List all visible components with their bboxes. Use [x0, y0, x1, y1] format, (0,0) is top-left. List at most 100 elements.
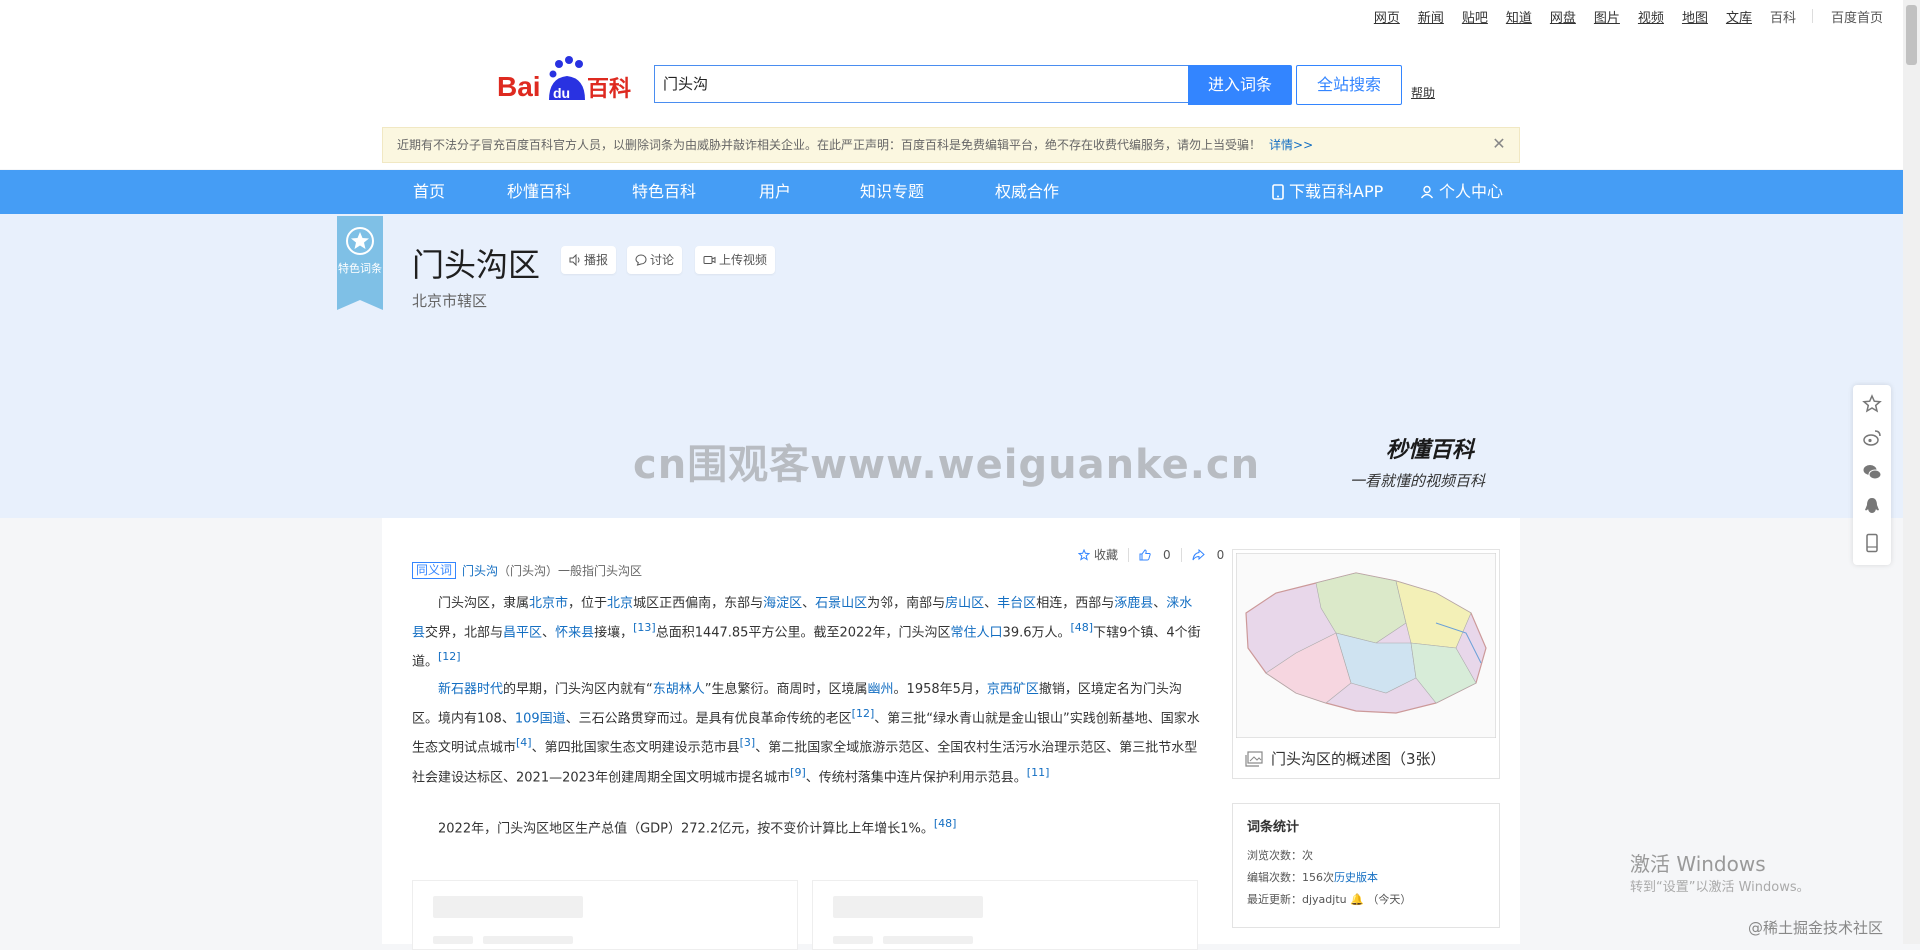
text: 总面积1447.85平方公里。截至2022年，门头沟区 [655, 625, 951, 641]
link-fangshan[interactable]: 房山区 [945, 596, 984, 611]
loading-placeholder [833, 896, 983, 918]
weibo-icon[interactable] [1862, 428, 1882, 448]
upload-video-label: 上传视频 [719, 253, 768, 267]
reference-marker[interactable]: [4] [516, 736, 532, 749]
link-youzhou[interactable]: 幽州 [868, 682, 894, 697]
collect-button[interactable]: 收藏 [1078, 546, 1118, 563]
link-fengtai[interactable]: 丰台区 [997, 596, 1036, 611]
star-icon [1078, 548, 1090, 561]
scrollbar-thumb[interactable] [1906, 5, 1917, 65]
upload-video-button[interactable]: 上传视频 [695, 246, 776, 274]
loading-placeholder [433, 936, 473, 944]
views-row: 浏览次数：次 [1247, 849, 1313, 862]
map-caption-text: 门头沟区的概述图（3张） [1271, 750, 1446, 768]
text: 门头沟区，隶属 [438, 596, 530, 611]
link-beijing[interactable]: 北京 [607, 596, 633, 611]
link-zhuolu[interactable]: 涿鹿县 [1114, 596, 1153, 611]
link-donghulin[interactable]: 东胡林人 [653, 682, 705, 697]
topnav-tieba[interactable]: 贴吧 [1462, 7, 1488, 26]
synonym-link[interactable]: 门头沟 [462, 564, 498, 578]
updated-user[interactable]: djyadjtu [1302, 893, 1347, 906]
district-map-image[interactable] [1236, 553, 1496, 738]
updated-label: 最近更新： [1247, 893, 1302, 906]
topnav-wenku[interactable]: 文库 [1726, 7, 1752, 26]
text: 交界，北部与 [425, 625, 504, 641]
windows-activation-subtitle: 转到“设置”以激活 Windows。 [1630, 880, 1810, 895]
text: 为邻，南部与 [867, 596, 946, 611]
reference-marker[interactable]: [12] [438, 650, 461, 663]
help-link[interactable]: 帮助 [1411, 84, 1435, 101]
link-jingxi-mining[interactable]: 京西矿区 [987, 682, 1039, 697]
broadcast-button[interactable]: 播报 [561, 246, 617, 274]
nav-miaodong[interactable]: 秒懂百科 [507, 170, 571, 214]
link-changping[interactable]: 昌平区 [503, 625, 542, 640]
notice-more-link[interactable]: 详情>> [1269, 138, 1313, 152]
svg-text:Bai: Bai [497, 71, 541, 102]
collect-label: 收藏 [1094, 548, 1119, 562]
link-g109[interactable]: 109国道 [515, 711, 566, 726]
reference-marker[interactable]: [48] [1071, 621, 1094, 634]
loading-placeholder [883, 936, 973, 944]
baidu-baike-logo[interactable]: Bai du 百科 [497, 56, 635, 104]
action-divider [1180, 547, 1182, 562]
topnav-baike[interactable]: 百科 [1770, 7, 1796, 26]
reference-marker[interactable]: [9] [790, 766, 806, 779]
enter-entry-button[interactable]: 进入词条 [1188, 65, 1292, 105]
text: 2022年，门头沟区地区生产总值（GDP）272.2亿元，按不变价计算比上年增长… [438, 821, 934, 837]
phone-icon [1272, 184, 1284, 200]
loading-placeholder [483, 936, 573, 944]
nav-cooperation[interactable]: 权威合作 [995, 170, 1059, 214]
discuss-button[interactable]: 讨论 [627, 246, 683, 274]
text: 。1958年5月， [893, 682, 987, 697]
speaker-icon [569, 254, 580, 266]
scrollbar[interactable] [1903, 0, 1920, 944]
topnav-news[interactable]: 新闻 [1418, 7, 1444, 26]
entry-subtitle: 北京市辖区 [412, 292, 488, 310]
edits-row: 编辑次数：156次历史版本 [1247, 869, 1378, 885]
search-input[interactable]: 门头沟 [654, 65, 1188, 103]
link-beijing-city[interactable]: 北京市 [529, 596, 568, 611]
link-haidian[interactable]: 海淀区 [763, 596, 802, 611]
download-app-link[interactable]: 下载百科APP [1272, 170, 1383, 214]
reference-marker[interactable]: [48] [934, 817, 957, 830]
nav-home[interactable]: 首页 [413, 170, 445, 214]
link-resident-population[interactable]: 常住人口 [951, 625, 1003, 640]
close-icon[interactable]: ✕ [1490, 135, 1508, 153]
nav-topics[interactable]: 知识专题 [860, 170, 924, 214]
topnav-home[interactable]: 百度首页 [1831, 7, 1883, 26]
reference-marker[interactable]: [12] [852, 707, 875, 720]
nav-featured[interactable]: 特色百科 [632, 170, 696, 214]
synonym-line: 同义词 门头沟（门头沟）一般指门头沟区 [412, 562, 642, 579]
link-neolithic[interactable]: 新石器时代 [438, 682, 503, 697]
miaodong-logo: 秒懂百科 [1386, 438, 1475, 463]
map-caption[interactable]: 门头沟区的概述图（3张） [1245, 748, 1446, 769]
loading-placeholder [833, 936, 873, 944]
mobile-icon[interactable] [1862, 533, 1882, 553]
topnav-image[interactable]: 图片 [1594, 7, 1620, 26]
summary-paragraph-3: 2022年，门头沟区地区生产总值（GDP）272.2亿元，按不变价计算比上年增长… [412, 812, 1202, 841]
wechat-icon[interactable] [1862, 462, 1882, 482]
history-link[interactable]: 历史版本 [1334, 871, 1378, 884]
like-button[interactable]: 0 [1139, 548, 1171, 562]
topnav-zhidao[interactable]: 知道 [1506, 7, 1532, 26]
topnav-map[interactable]: 地图 [1682, 7, 1708, 26]
star-icon[interactable] [1862, 394, 1882, 414]
personal-center-link[interactable]: 个人中心 [1420, 170, 1503, 214]
link-huailai[interactable]: 怀来县 [555, 625, 594, 640]
qq-icon[interactable] [1862, 496, 1882, 516]
reference-marker[interactable]: [13] [633, 621, 656, 634]
bell-icon[interactable]: 🔔 [1350, 893, 1364, 906]
link-shijingshan[interactable]: 石景山区 [815, 596, 867, 611]
reference-marker[interactable]: [11] [1027, 766, 1050, 779]
topnav-web[interactable]: 网页 [1374, 7, 1400, 26]
site-search-button[interactable]: 全站搜索 [1296, 65, 1402, 105]
reference-marker[interactable]: [3] [740, 736, 756, 749]
text: 相连，西部与 [1036, 596, 1115, 611]
chat-bubble-icon [635, 254, 647, 266]
topnav-video[interactable]: 视频 [1638, 7, 1664, 26]
share-button[interactable]: 0 [1192, 548, 1224, 562]
nav-user[interactable]: 用户 [759, 170, 791, 214]
share-icon [1192, 548, 1205, 560]
topnav-pan[interactable]: 网盘 [1550, 7, 1576, 26]
notice-text: 近期有不法分子冒充百度百科官方人员，以删除词条为由威胁并敲诈相关企业。在此严正声… [397, 138, 1262, 152]
